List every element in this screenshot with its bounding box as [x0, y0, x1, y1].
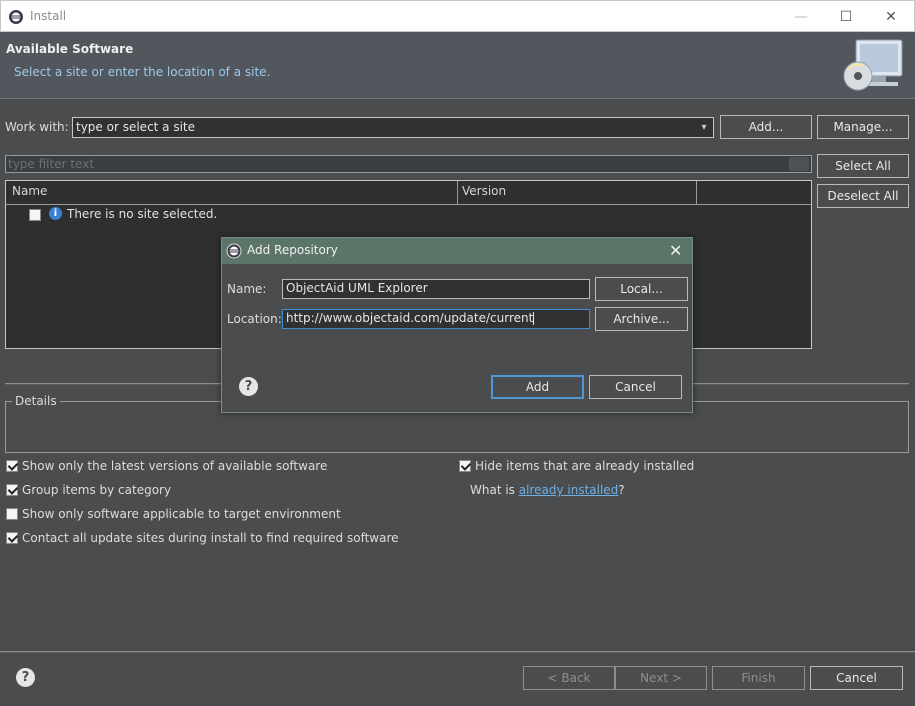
applicable-only-checkbox[interactable] — [6, 508, 18, 520]
back-label: < Back — [547, 671, 591, 685]
details-legend: Details — [12, 394, 60, 408]
name-label: Name: — [227, 282, 267, 296]
latest-versions-label: Show only the latest versions of availab… — [22, 459, 328, 473]
archive-label: Archive... — [613, 312, 670, 326]
already-installed-link[interactable]: already installed — [519, 483, 619, 497]
location-label: Location: — [227, 312, 282, 326]
back-button[interactable]: < Back — [523, 666, 615, 690]
clear-filter-icon[interactable] — [789, 157, 809, 171]
hide-installed-checkbox[interactable] — [459, 460, 471, 472]
page-title: Available Software — [6, 42, 134, 56]
minimize-icon[interactable]: — — [791, 7, 811, 27]
deselect-all-label: Deselect All — [827, 189, 899, 203]
what-is-prefix: What is — [470, 483, 519, 497]
dialog-help-icon[interactable]: ? — [239, 377, 258, 396]
what-is-installed-text: What is already installed? — [470, 483, 625, 497]
applicable-only-label: Show only software applicable to target … — [22, 507, 341, 521]
dialog-cancel-label: Cancel — [615, 380, 656, 394]
page-subtitle: Select a site or enter the location of a… — [14, 65, 271, 79]
manage-label: Manage... — [833, 120, 893, 134]
window-titlebar: Install — ☐ ✕ — [0, 0, 915, 32]
archive-button[interactable]: Archive... — [595, 307, 688, 331]
dialog-title: Add Repository — [247, 243, 338, 257]
deselect-all-button[interactable]: Deselect All — [817, 184, 909, 208]
repository-name-field[interactable]: ObjectAid UML Explorer — [282, 279, 590, 299]
work-with-value: type or select a site — [76, 120, 196, 134]
dialog-cancel-button[interactable]: Cancel — [589, 375, 682, 399]
table-row[interactable]: i There is no site selected. — [6, 206, 811, 224]
help-icon[interactable]: ? — [16, 668, 35, 687]
column-header-name[interactable]: Name — [12, 184, 47, 198]
select-all-label: Select All — [835, 159, 891, 173]
row-checkbox[interactable] — [29, 209, 41, 221]
dialog-close-icon[interactable]: ✕ — [669, 241, 682, 260]
eclipse-app-icon — [9, 10, 23, 24]
row-text: There is no site selected. — [67, 207, 218, 221]
cancel-label: Cancel — [836, 671, 877, 685]
add-site-label: Add... — [748, 120, 784, 134]
install-banner-icon — [843, 39, 903, 91]
info-icon: i — [49, 207, 62, 220]
next-button[interactable]: Next > — [615, 666, 707, 690]
repository-name-value: ObjectAid UML Explorer — [286, 281, 428, 295]
cancel-button[interactable]: Cancel — [810, 666, 903, 690]
contact-all-sites-checkbox[interactable] — [6, 532, 18, 544]
dialog-titlebar: Add Repository ✕ — [222, 238, 692, 264]
local-button[interactable]: Local... — [595, 277, 688, 301]
add-repository-dialog: Add Repository ✕ Name: ObjectAid UML Exp… — [221, 237, 693, 413]
eclipse-app-icon — [226, 243, 242, 259]
repository-location-value: http://www.objectaid.com/update/current — [286, 311, 534, 325]
next-label: Next > — [640, 671, 682, 685]
what-is-suffix: ? — [618, 483, 625, 497]
work-with-combo[interactable]: type or select a site ▾ — [72, 117, 714, 138]
hide-installed-label: Hide items that are already installed — [475, 459, 695, 473]
column-divider[interactable] — [457, 181, 458, 204]
contact-all-sites-label: Contact all update sites during install … — [22, 531, 399, 545]
column-divider[interactable] — [696, 181, 697, 204]
select-all-button[interactable]: Select All — [817, 154, 909, 178]
filter-input[interactable] — [8, 156, 788, 172]
work-with-label: Work with: — [5, 120, 69, 134]
repository-location-field[interactable]: http://www.objectaid.com/update/current — [282, 309, 590, 329]
add-site-button[interactable]: Add... — [720, 115, 812, 139]
column-header-version[interactable]: Version — [462, 184, 506, 198]
dialog-add-label: Add — [525, 380, 550, 394]
window-title: Install — [30, 9, 67, 23]
filter-box[interactable] — [5, 155, 812, 173]
table-header: Name Version — [6, 181, 811, 205]
text-caret — [533, 312, 535, 325]
group-by-category-checkbox[interactable] — [6, 484, 18, 496]
maximize-icon[interactable]: ☐ — [836, 7, 856, 27]
finish-label: Finish — [741, 671, 776, 685]
wizard-header: Available Software Select a site or ente… — [0, 32, 915, 99]
chevron-down-icon[interactable]: ▾ — [695, 118, 713, 137]
group-by-category-label: Group items by category — [22, 483, 172, 497]
latest-versions-checkbox[interactable] — [6, 460, 18, 472]
close-icon[interactable]: ✕ — [881, 7, 901, 27]
dialog-add-button[interactable]: Add — [491, 375, 584, 399]
footer-divider — [0, 651, 915, 653]
local-label: Local... — [620, 282, 663, 296]
manage-button[interactable]: Manage... — [817, 115, 909, 139]
finish-button[interactable]: Finish — [712, 666, 805, 690]
